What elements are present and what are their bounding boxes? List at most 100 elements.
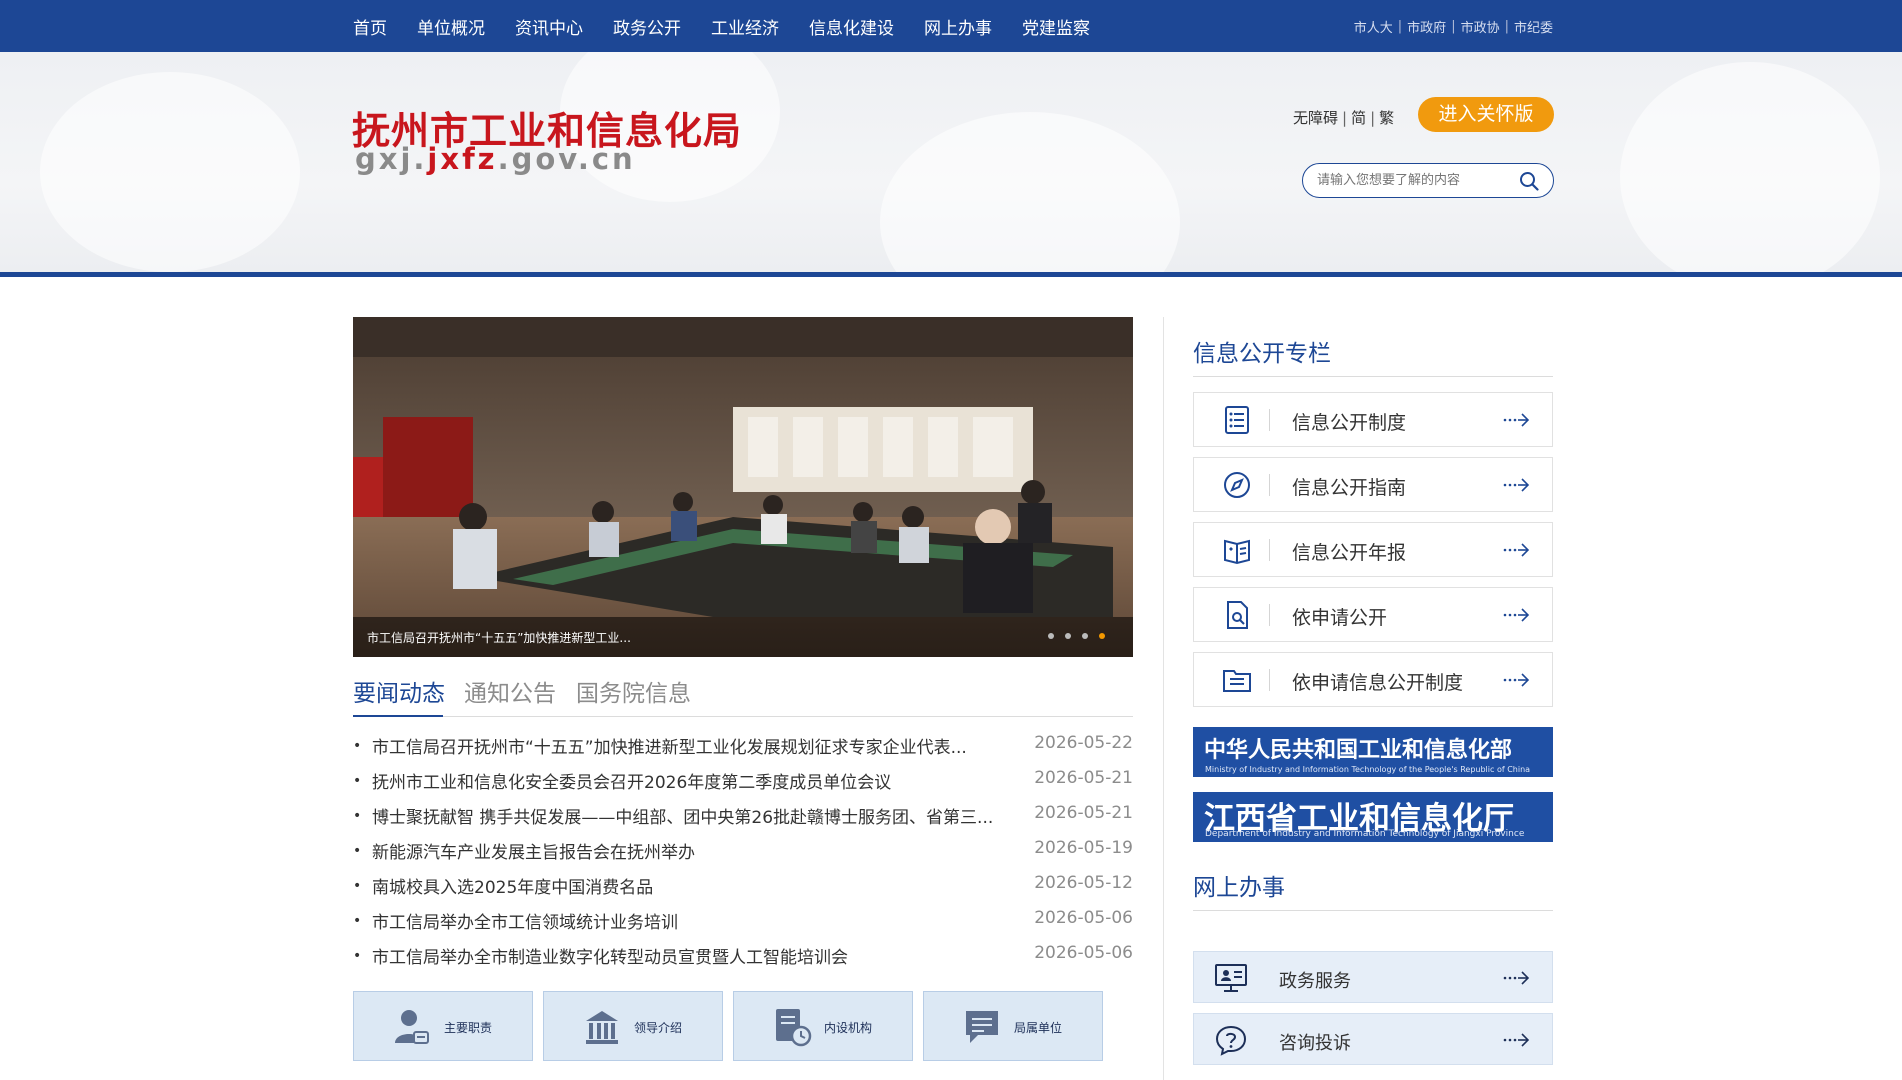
separator: | — [1342, 109, 1348, 127]
quick-link-label: 领导介绍 — [634, 1021, 683, 1035]
search-icon[interactable] — [1519, 171, 1539, 191]
nav-overview[interactable]: 单位概况 — [417, 14, 485, 39]
domain-suffix: .gov.cn — [497, 142, 636, 176]
info-open-request-rules[interactable]: 依申请信息公开制度 — [1193, 652, 1553, 707]
gov-service-link[interactable]: 政务服务 — [1193, 951, 1553, 1003]
link-city-discipline[interactable]: 市纪委 — [1514, 17, 1553, 36]
nav-home[interactable]: 首页 — [353, 14, 387, 39]
care-mode-button[interactable]: 进入关怀版 — [1418, 97, 1554, 132]
main-nav: 首页 单位概况 资讯中心 政务公开 工业经济 信息化建设 网上办事 党建监察 — [353, 0, 1090, 52]
separator: | — [1451, 18, 1456, 34]
jiangxi-dept-banner[interactable]: 江西省工业和信息化厅 Department of Industry and In… — [1193, 792, 1553, 842]
simplified-link[interactable]: 简 — [1351, 109, 1366, 127]
info-open-label: 依申请公开 — [1292, 607, 1388, 629]
domain-highlight: jxfz — [427, 142, 498, 176]
section-divider — [1193, 910, 1553, 911]
news-carousel[interactable]: 市工信局召开抚州市“十五五”加快推进新型工业... — [353, 317, 1133, 657]
miit-banner[interactable]: 中华人民共和国工业和信息化部 Ministry of Industry and … — [1193, 727, 1553, 777]
quick-link-leaders[interactable]: 领导介绍 — [543, 991, 723, 1061]
separator — [1269, 539, 1270, 561]
quick-link-departments[interactable]: 内设机构 — [733, 991, 913, 1061]
quick-link-duties[interactable]: 主要职责 — [353, 991, 533, 1061]
nav-online-service[interactable]: 网上办事 — [924, 14, 992, 39]
message-icon — [966, 1011, 998, 1043]
link-city-cppcc[interactable]: 市政协 — [1461, 17, 1500, 36]
accessibility-link[interactable]: 无障碍 — [1293, 109, 1338, 127]
arrow-right-icon — [1503, 543, 1530, 557]
news-title[interactable]: 市工信局举办全市制造业数字化转型动员宣贯暨人工智能培训会 — [372, 943, 848, 968]
site-header — [0, 52, 1902, 272]
separator — [1269, 604, 1270, 626]
nav-gov-affairs[interactable]: 政务公开 — [613, 14, 681, 39]
monitor-icon — [1215, 964, 1247, 992]
list-icon — [1225, 406, 1249, 434]
link-city-npc[interactable]: 市人大 — [1354, 17, 1393, 36]
user-icon — [395, 1010, 429, 1044]
arrow-right-icon — [1503, 608, 1530, 622]
news-item[interactable]: • 市工信局召开抚州市“十五五”加快推进新型工业化发展规划征求专家企业代表... 2… — [353, 729, 1133, 764]
tab-notices[interactable]: 通知公告 — [464, 674, 556, 708]
banner-title: 中华人民共和国工业和信息化部 — [1204, 737, 1513, 763]
nav-informatization[interactable]: 信息化建设 — [809, 14, 894, 39]
news-date: 2026-05-06 — [1034, 908, 1133, 928]
header-decoration — [40, 72, 300, 272]
quick-link-affiliates[interactable]: 局属单位 — [923, 991, 1103, 1061]
news-date: 2026-05-21 — [1034, 803, 1133, 823]
arrow-right-icon — [1503, 1033, 1530, 1047]
carousel-photo — [353, 317, 1133, 657]
consult-complaint-link[interactable]: 咨询投诉 — [1193, 1013, 1553, 1065]
info-open-label: 信息公开年报 — [1292, 542, 1407, 564]
quick-links: 主要职责 领导介绍 内设机构 局属单位 — [353, 991, 1113, 1061]
news-title[interactable]: 南城校具入选2025年度中国消费名品 — [372, 873, 653, 898]
header-decoration — [1620, 62, 1880, 272]
news-list: • 市工信局召开抚州市“十五五”加快推进新型工业化发展规划征求专家企业代表... 2… — [353, 729, 1133, 974]
search-input[interactable] — [1317, 164, 1507, 197]
news-title[interactable]: 市工信局举办全市工信领域统计业务培训 — [372, 908, 678, 933]
nav-news-center[interactable]: 资讯中心 — [515, 14, 583, 39]
news-item[interactable]: • 南城校具入选2025年度中国消费名品 2026-05-12 — [353, 869, 1133, 904]
carousel-caption[interactable]: 市工信局召开抚州市“十五五”加快推进新型工业... — [367, 629, 631, 646]
document-clock-icon — [776, 1009, 812, 1047]
news-date: 2026-05-12 — [1034, 873, 1133, 893]
active-tab-indicator — [353, 715, 443, 717]
tab-headline-news[interactable]: 要闻动态 — [353, 674, 445, 708]
carousel-dot[interactable] — [1065, 633, 1071, 639]
traditional-link[interactable]: 繁 — [1379, 109, 1394, 127]
news-item[interactable]: • 抚州市工业和信息化安全委员会召开2026年度第二季度成员单位会议 2026-05… — [353, 764, 1133, 799]
news-title[interactable]: 市工信局召开抚州市“十五五”加快推进新型工业化发展规划征求专家企业代表... — [372, 733, 967, 758]
nav-industry-economy[interactable]: 工业经济 — [711, 14, 779, 39]
separator: | — [1397, 18, 1403, 34]
link-city-gov[interactable]: 市政府 — [1407, 17, 1446, 36]
news-title[interactable]: 博士聚抚献智 携手共促发展——中组部、团中央第26批赴赣博士服务团、省第三... — [372, 803, 993, 828]
info-open-by-request[interactable]: 依申请公开 — [1193, 587, 1553, 642]
nav-party-supervision[interactable]: 党建监察 — [1022, 14, 1090, 39]
info-open-rules[interactable]: 信息公开制度 — [1193, 392, 1553, 447]
quick-link-label: 局属单位 — [1014, 1021, 1063, 1035]
separator: | — [1370, 109, 1376, 127]
news-tabs: 要闻动态 通知公告 国务院信息 — [353, 671, 1133, 717]
section-divider — [1193, 376, 1553, 377]
bullet: • — [353, 913, 362, 929]
online-service-title: 网上办事 — [1193, 875, 1285, 901]
separator — [1269, 409, 1270, 431]
news-date: 2026-05-19 — [1034, 838, 1133, 858]
column-divider — [1163, 317, 1164, 1080]
info-open-guide[interactable]: 信息公开指南 — [1193, 457, 1553, 512]
separator — [1269, 474, 1270, 496]
carousel-dot-active[interactable] — [1099, 633, 1105, 639]
news-title[interactable]: 新能源汽车产业发展主旨报告会在抚州举办 — [372, 838, 695, 863]
header-divider — [0, 272, 1902, 277]
info-open-label: 信息公开制度 — [1292, 412, 1407, 434]
news-title[interactable]: 抚州市工业和信息化安全委员会召开2026年度第二季度成员单位会议 — [372, 768, 891, 793]
quick-link-label: 内设机构 — [824, 1021, 873, 1035]
bullet: • — [353, 878, 362, 894]
top-links: 市人大 | 市政府 | 市政协 | 市纪委 — [1354, 0, 1553, 52]
news-item[interactable]: • 新能源汽车产业发展主旨报告会在抚州举办 2026-05-19 — [353, 834, 1133, 869]
news-item[interactable]: • 博士聚抚献智 携手共促发展——中组部、团中央第26批赴赣博士服务团、省第三..… — [353, 799, 1133, 834]
carousel-dot[interactable] — [1082, 633, 1088, 639]
carousel-dot[interactable] — [1048, 633, 1054, 639]
news-item[interactable]: • 市工信局举办全市制造业数字化转型动员宣贯暨人工智能培训会 2026-05-06 — [353, 939, 1133, 974]
info-open-annual-report[interactable]: 信息公开年报 — [1193, 522, 1553, 577]
tab-state-council[interactable]: 国务院信息 — [576, 674, 691, 708]
news-item[interactable]: • 市工信局举办全市工信领域统计业务培训 2026-05-06 — [353, 904, 1133, 939]
